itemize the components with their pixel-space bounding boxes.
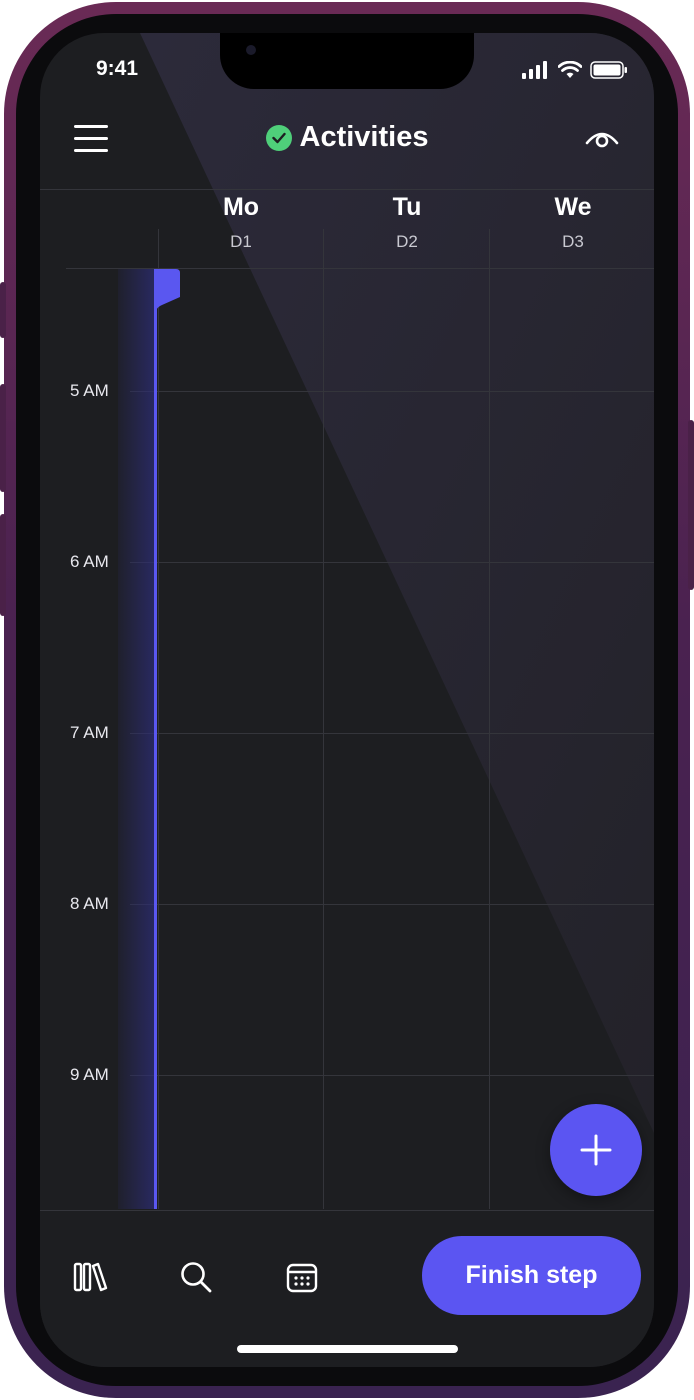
- time-label: 8 AM: [70, 894, 109, 913]
- volume-down-button: [0, 514, 6, 616]
- day-header-tu[interactable]: Tu D2: [324, 193, 490, 252]
- hour-gridline: [130, 904, 654, 905]
- time-label: 9 AM: [70, 1065, 109, 1084]
- check-circle-icon: [265, 124, 292, 151]
- day-header-we[interactable]: We D3: [490, 193, 654, 252]
- status-time: 9:41: [96, 57, 139, 80]
- front-camera: [246, 45, 256, 55]
- finish-step-button[interactable]: Finish step: [422, 1236, 641, 1315]
- status-icons: [522, 61, 628, 79]
- home-indicator[interactable]: [237, 1345, 458, 1353]
- page-title: Activities: [299, 121, 429, 153]
- day-name: We: [554, 193, 592, 221]
- wifi-icon: [558, 61, 582, 78]
- column-divider: [323, 229, 324, 1209]
- time-label: 7 AM: [70, 723, 109, 742]
- eye-icon[interactable]: [584, 125, 620, 153]
- current-time-flag-icon[interactable]: [154, 269, 182, 311]
- time-label: 5 AM: [70, 381, 109, 400]
- signal-icon: [522, 61, 547, 79]
- day-name: Tu: [392, 193, 422, 221]
- current-day-highlight: [118, 269, 156, 1209]
- current-time-indicator: [154, 269, 157, 1209]
- header-divider: [40, 189, 654, 190]
- plus-icon: [580, 1134, 612, 1166]
- day-header-mo[interactable]: Mo D1: [158, 193, 324, 252]
- title-group: Activities: [40, 121, 654, 154]
- hour-gridline: [130, 733, 654, 734]
- add-activity-button[interactable]: [550, 1104, 642, 1196]
- app-header: Activities: [40, 105, 654, 189]
- day-label: D1: [230, 232, 252, 251]
- power-button: [688, 420, 694, 590]
- app-screen: 9:41 Activities Mo D1 Tu D2 We D3 5 AM 6…: [40, 33, 654, 1367]
- library-icon[interactable]: [73, 1259, 109, 1295]
- day-label: D2: [396, 232, 418, 251]
- side-button: [0, 282, 6, 338]
- search-icon[interactable]: [178, 1259, 214, 1295]
- hour-gridline: [130, 391, 654, 392]
- notch: [220, 33, 474, 89]
- calendar-icon[interactable]: [284, 1259, 320, 1295]
- hour-gridline: [130, 562, 654, 563]
- battery-icon: [590, 61, 627, 79]
- column-divider: [489, 229, 490, 1209]
- column-divider: [158, 229, 159, 1209]
- time-label: 6 AM: [70, 552, 109, 571]
- bottom-bar: Finish step: [40, 1210, 654, 1367]
- day-name: Mo: [222, 193, 260, 221]
- day-label: D3: [562, 232, 584, 251]
- hour-gridline: [130, 1075, 654, 1076]
- volume-up-button: [0, 384, 6, 492]
